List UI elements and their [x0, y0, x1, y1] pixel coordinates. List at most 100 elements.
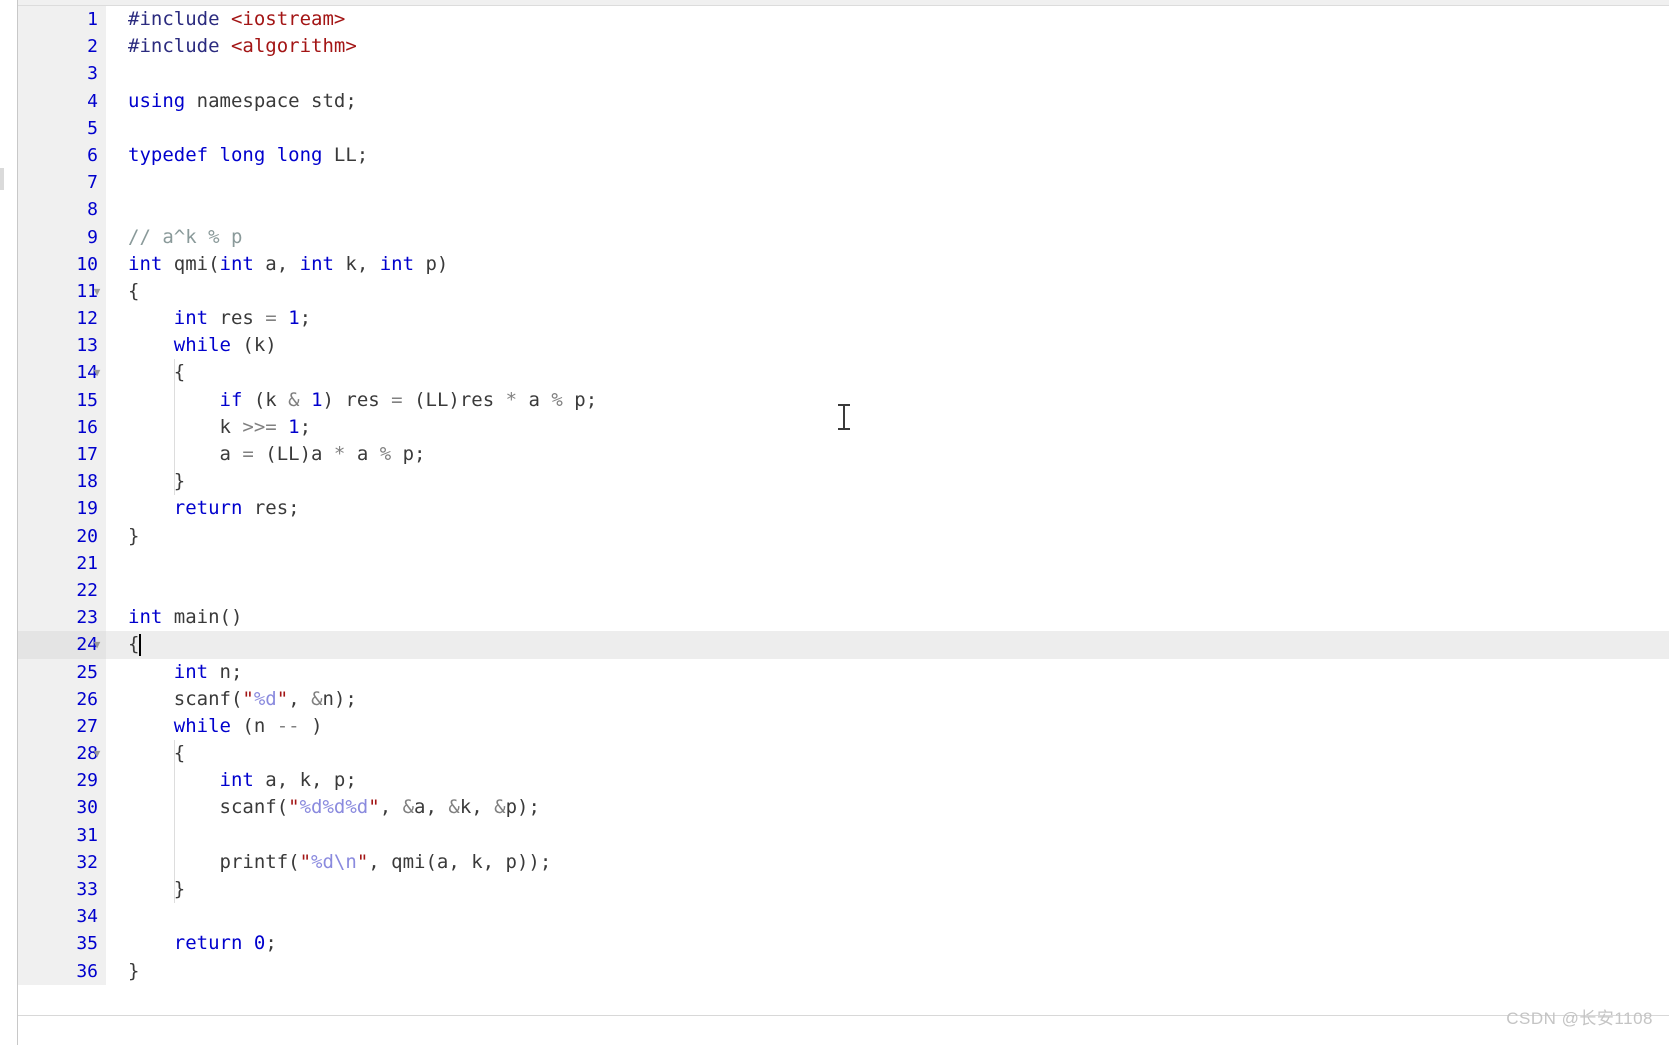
- code-line-text[interactable]: [106, 903, 1669, 930]
- code-line-text[interactable]: {: [106, 359, 1669, 386]
- line-number-5[interactable]: 5: [18, 114, 106, 142]
- code-line[interactable]: 2 #include <algorithm>: [18, 33, 1669, 61]
- line-number-13[interactable]: 13: [18, 332, 106, 360]
- line-number-9[interactable]: 9: [18, 223, 106, 251]
- code-line-text[interactable]: while (n -- ): [106, 713, 1669, 740]
- code-line[interactable]: 34: [18, 903, 1669, 931]
- code-line[interactable]: 20}: [18, 522, 1669, 550]
- code-content-area[interactable]: 1 #include <iostream> 2 #include <algorithm…: [18, 0, 1669, 1045]
- code-line-text[interactable]: {: [106, 631, 1669, 659]
- fold-chevron-down-icon[interactable]: ▼: [90, 278, 104, 305]
- code-line-text[interactable]: using namespace std;: [106, 88, 1669, 115]
- code-line-text[interactable]: #include <algorithm>: [106, 33, 1669, 60]
- code-line-text[interactable]: return 0;: [106, 930, 1669, 957]
- code-line[interactable]: 27 while (n -- ): [18, 712, 1669, 741]
- code-line-text[interactable]: typedef long long LL;: [106, 142, 1669, 169]
- line-number-35[interactable]: 35: [18, 930, 106, 958]
- code-line-text[interactable]: }: [106, 468, 1669, 495]
- line-number-8[interactable]: 8: [18, 196, 106, 224]
- fold-chevron-down-icon[interactable]: ▼: [90, 631, 104, 658]
- code-line-text[interactable]: }: [106, 958, 1669, 985]
- code-line-text[interactable]: [106, 196, 1669, 223]
- line-number-33[interactable]: 33: [18, 876, 106, 904]
- line-number-14[interactable]: 14 ▼: [18, 359, 106, 387]
- line-number-28[interactable]: 28 ▼: [18, 740, 106, 768]
- code-line[interactable]: 13 while (k): [18, 332, 1669, 360]
- line-number-22[interactable]: 22: [18, 576, 106, 605]
- line-number-24[interactable]: 24 ▼: [18, 631, 106, 659]
- fold-chevron-down-icon[interactable]: ▼: [90, 359, 104, 386]
- code-line-text[interactable]: int res = 1;: [106, 305, 1669, 332]
- code-line[interactable]: 1 #include <iostream>: [18, 6, 1669, 34]
- code-line-text[interactable]: [106, 577, 1669, 604]
- code-line[interactable]: 19 return res;: [18, 495, 1669, 523]
- line-number-17[interactable]: 17: [18, 441, 106, 469]
- code-line[interactable]: 10 int qmi(int a, int k, int p): [18, 250, 1669, 278]
- code-line[interactable]: 28 ▼ {: [18, 740, 1669, 768]
- code-line[interactable]: 9 // a^k % p: [18, 223, 1669, 251]
- code-line[interactable]: 15 if (k & 1) res = (LL)res * a % p;: [18, 386, 1669, 414]
- code-line[interactable]: 14 ▼ {: [18, 359, 1669, 387]
- code-line-text[interactable]: #include <iostream>: [106, 6, 1669, 33]
- line-number-26[interactable]: 26: [18, 685, 106, 713]
- code-line[interactable]: 11 ▼ {: [18, 277, 1669, 306]
- code-line[interactable]: 8: [18, 196, 1669, 224]
- code-line-text[interactable]: scanf("%d%d%d", &a, &k, &p);: [106, 794, 1669, 821]
- code-line-text[interactable]: int a, k, p;: [106, 767, 1669, 794]
- code-line-text[interactable]: int n;: [106, 659, 1669, 686]
- code-line[interactable]: 24 ▼ {: [18, 631, 1669, 659]
- code-line[interactable]: 33 }: [18, 876, 1669, 904]
- code-line-text[interactable]: k >>= 1;: [106, 414, 1669, 441]
- code-line[interactable]: 18 }: [18, 468, 1669, 496]
- code-line-text[interactable]: {: [106, 278, 1669, 305]
- code-line[interactable]: 26 scanf("%d", &n);: [18, 685, 1669, 713]
- line-number-15[interactable]: 15: [18, 386, 106, 414]
- code-line-text[interactable]: int qmi(int a, int k, int p): [106, 251, 1669, 278]
- code-line[interactable]: 6 typedef long long LL;: [18, 141, 1669, 170]
- code-line-text[interactable]: // a^k % p: [106, 224, 1669, 251]
- code-line[interactable]: 4 using namespace std;: [18, 87, 1669, 115]
- line-number-31[interactable]: 31: [18, 821, 106, 849]
- line-number-27[interactable]: 27: [18, 712, 106, 741]
- line-number-1[interactable]: 1: [18, 6, 106, 34]
- code-line-text[interactable]: int main(): [106, 604, 1669, 631]
- line-number-3[interactable]: 3: [18, 60, 106, 88]
- line-number-19[interactable]: 19: [18, 495, 106, 523]
- code-line[interactable]: 32 printf("%d\n", qmi(a, k, p));: [18, 848, 1669, 876]
- code-line[interactable]: 23 int main(): [18, 604, 1669, 632]
- code-line-text[interactable]: [106, 169, 1669, 196]
- code-line-text[interactable]: while (k): [106, 332, 1669, 359]
- code-line[interactable]: 17 a = (LL)a * a % p;: [18, 441, 1669, 469]
- code-line-text[interactable]: }: [106, 523, 1669, 550]
- code-line-text[interactable]: {: [106, 740, 1669, 767]
- line-number-11[interactable]: 11 ▼: [18, 277, 106, 306]
- line-number-32[interactable]: 32: [18, 848, 106, 876]
- line-number-20[interactable]: 20: [18, 522, 106, 550]
- line-number-30[interactable]: 30: [18, 794, 106, 822]
- code-line[interactable]: 31: [18, 821, 1669, 849]
- code-line[interactable]: 5: [18, 114, 1669, 142]
- code-lines-container[interactable]: 1 #include <iostream> 2 #include <algorithm…: [18, 6, 1669, 985]
- fold-chevron-down-icon[interactable]: ▼: [90, 740, 104, 767]
- code-line-text[interactable]: [106, 115, 1669, 142]
- line-number-12[interactable]: 12: [18, 305, 106, 333]
- code-line-text[interactable]: if (k & 1) res = (LL)res * a % p;: [106, 387, 1669, 414]
- line-number-2[interactable]: 2: [18, 33, 106, 61]
- code-line-text[interactable]: a = (LL)a * a % p;: [106, 441, 1669, 468]
- code-line[interactable]: 3: [18, 60, 1669, 88]
- code-line-text[interactable]: }: [106, 876, 1669, 903]
- line-number-29[interactable]: 29: [18, 767, 106, 795]
- line-number-6[interactable]: 6: [18, 141, 106, 170]
- code-line-text[interactable]: return res;: [106, 495, 1669, 522]
- code-line[interactable]: 35 return 0;: [18, 930, 1669, 958]
- code-line-text[interactable]: [106, 60, 1669, 87]
- code-line-text[interactable]: printf("%d\n", qmi(a, k, p));: [106, 849, 1669, 876]
- code-line-text[interactable]: [106, 822, 1669, 849]
- code-line[interactable]: 29 int a, k, p;: [18, 767, 1669, 795]
- line-number-4[interactable]: 4: [18, 87, 106, 115]
- code-line[interactable]: 16 k >>= 1;: [18, 413, 1669, 441]
- code-line[interactable]: 7: [18, 169, 1669, 197]
- line-number-18[interactable]: 18: [18, 468, 106, 496]
- code-line[interactable]: 22: [18, 576, 1669, 605]
- code-line[interactable]: 25 int n;: [18, 658, 1669, 686]
